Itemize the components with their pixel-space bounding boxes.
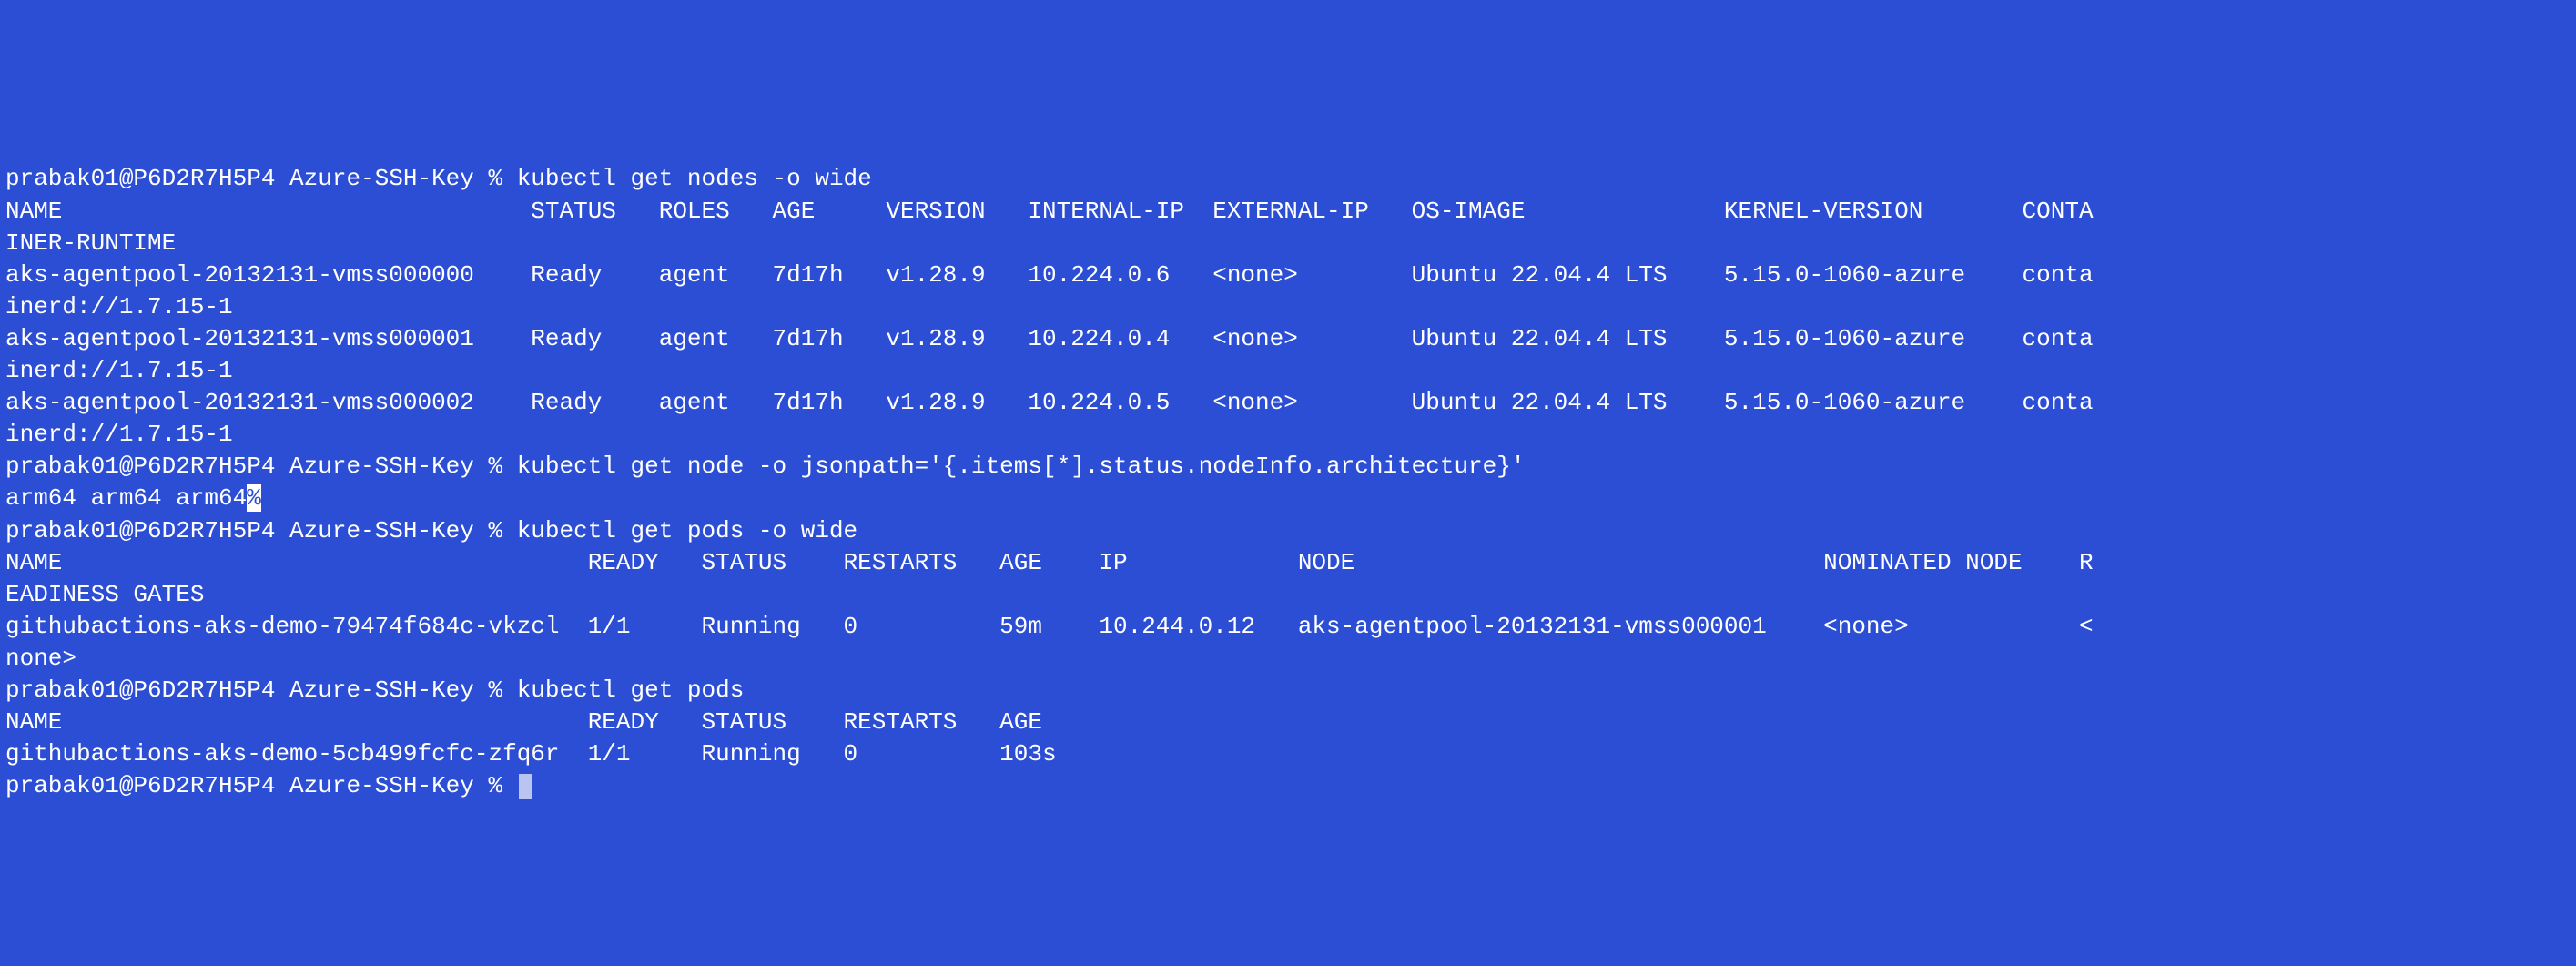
- node-row: aks-agentpool-20132131-vmss000000 Ready …: [5, 259, 2571, 291]
- prompt-line: prabak01@P6D2R7H5P4 Azure-SSH-Key % kube…: [5, 163, 2571, 195]
- percent-highlight: %: [247, 484, 261, 512]
- pods-wide-header: EADINESS GATES: [5, 579, 2571, 611]
- nodes-header: INER-RUNTIME: [5, 228, 2571, 259]
- prompt-line: prabak01@P6D2R7H5P4 Azure-SSH-Key % kube…: [5, 451, 2571, 483]
- prompt-line: prabak01@P6D2R7H5P4 Azure-SSH-Key % kube…: [5, 515, 2571, 547]
- cursor: [519, 774, 533, 800]
- pods-wide-header: NAME READY STATUS RESTARTS AGE IP NODE N…: [5, 547, 2571, 579]
- terminal[interactable]: prabak01@P6D2R7H5P4 Azure-SSH-Key % kube…: [0, 159, 2576, 806]
- node-row: inerd://1.7.15-1: [5, 419, 2571, 451]
- node-row: inerd://1.7.15-1: [5, 355, 2571, 387]
- prompt-line[interactable]: prabak01@P6D2R7H5P4 Azure-SSH-Key %: [5, 770, 2571, 802]
- pod-row: githubactions-aks-demo-5cb499fcfc-zfq6r …: [5, 738, 2571, 770]
- prompt-line: prabak01@P6D2R7H5P4 Azure-SSH-Key % kube…: [5, 675, 2571, 707]
- arch-output: arm64 arm64 arm64%: [5, 483, 2571, 514]
- pod-wide-row: none>: [5, 643, 2571, 675]
- node-row: aks-agentpool-20132131-vmss000002 Ready …: [5, 387, 2571, 419]
- pod-wide-row: githubactions-aks-demo-79474f684c-vkzcl …: [5, 611, 2571, 643]
- node-row: aks-agentpool-20132131-vmss000001 Ready …: [5, 323, 2571, 355]
- node-row: inerd://1.7.15-1: [5, 291, 2571, 323]
- nodes-header: NAME STATUS ROLES AGE VERSION INTERNAL-I…: [5, 196, 2571, 228]
- pods-header: NAME READY STATUS RESTARTS AGE: [5, 707, 2571, 738]
